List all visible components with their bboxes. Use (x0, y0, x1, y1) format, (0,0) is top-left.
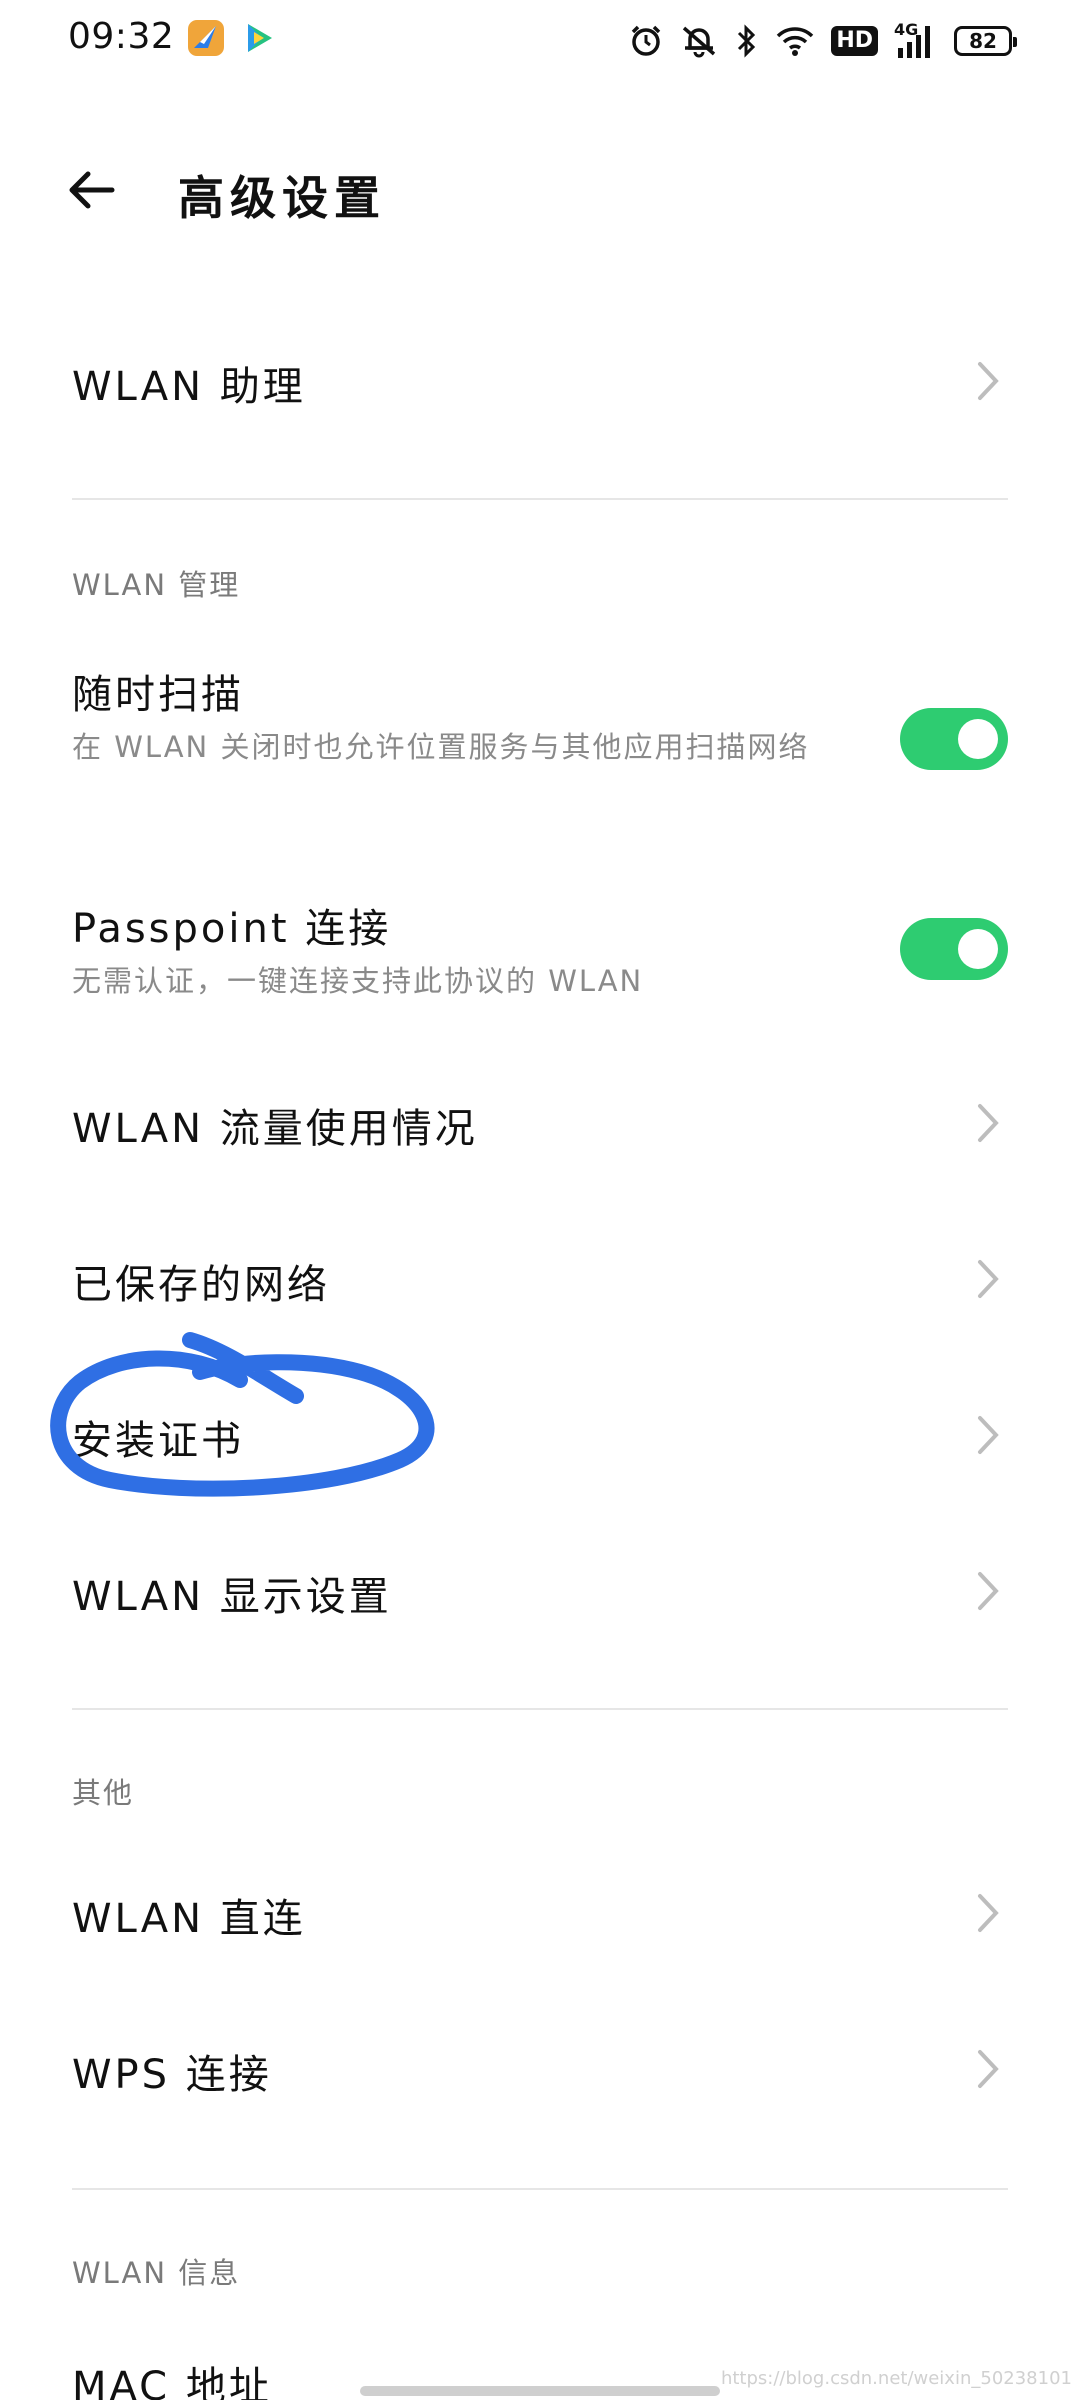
wlan-display-settings-item[interactable]: WLAN 显示设置 (72, 1556, 1008, 1626)
section-label-wlan-manage: WLAN 管理 (72, 568, 241, 602)
saved-networks-item[interactable]: 已保存的网络 (72, 1244, 1008, 1314)
item-description: 在 WLAN 关闭时也允许位置服务与其他应用扫描网络 (72, 730, 810, 764)
header: 高级设置 (0, 130, 1080, 250)
chevron-right-icon (978, 2050, 999, 2088)
home-indicator[interactable] (360, 2386, 720, 2396)
bluetooth-icon (738, 24, 756, 58)
page-title: 高级设置 (178, 171, 386, 225)
section-label-wlan-info: WLAN 信息 (72, 2256, 241, 2290)
scan-anytime-toggle[interactable] (900, 708, 1008, 770)
status-bar: 09:32 HD 4G 82 (0, 0, 1080, 84)
battery-level: 82 (969, 29, 997, 53)
chevron-right-icon (978, 1260, 999, 1298)
divider (72, 2188, 1008, 2190)
item-label: 安装证书 (72, 1418, 244, 1464)
chevron-right-icon (978, 362, 999, 400)
back-arrow-icon[interactable] (62, 160, 122, 220)
battery-icon: 82 (954, 26, 1017, 56)
item-label: WPS 连接 (72, 2052, 272, 2098)
wlan-traffic-item[interactable]: WLAN 流量使用情况 (72, 1088, 1008, 1158)
app-notification-icon (188, 20, 224, 56)
divider (72, 1708, 1008, 1710)
chevron-right-icon (978, 1894, 999, 1932)
chevron-right-icon (978, 1572, 999, 1610)
toggle-knob (958, 719, 998, 759)
wps-item[interactable]: WPS 连接 (72, 2034, 1008, 2104)
item-label: WLAN 直连 (72, 1896, 306, 1942)
item-label: WLAN 流量使用情况 (72, 1106, 478, 1152)
item-label: Passpoint 连接 (72, 906, 392, 952)
silent-bell-icon (683, 26, 716, 58)
wlan-assistant-item[interactable]: WLAN 助理 (72, 346, 1008, 416)
chevron-right-icon (978, 1416, 999, 1454)
item-label: 已保存的网络 (72, 1262, 330, 1308)
hd-badge: HD (831, 26, 878, 56)
section-label-other: 其他 (72, 1776, 135, 1810)
item-label: WLAN 显示设置 (72, 1574, 392, 1620)
chevron-right-icon (978, 1104, 999, 1142)
item-label: WLAN 助理 (72, 364, 306, 410)
status-app-icons (186, 18, 278, 58)
signal-indicator: 4G (894, 22, 938, 60)
signal-icon (898, 26, 930, 58)
wlan-direct-item[interactable]: WLAN 直连 (72, 1878, 1008, 1948)
item-label: 随时扫描 (72, 672, 244, 718)
install-certificate-item[interactable]: 安装证书 (72, 1400, 1008, 1470)
wifi-icon (777, 27, 814, 56)
video-app-icon (248, 24, 272, 52)
scan-anytime-item[interactable]: 随时扫描 在 WLAN 关闭时也允许位置服务与其他应用扫描网络 (72, 660, 1008, 830)
toggle-knob (958, 929, 998, 969)
passpoint-toggle[interactable] (900, 918, 1008, 980)
status-time: 09:32 (68, 16, 175, 57)
alarm-icon (632, 25, 661, 56)
status-icons: HD 4G 82 (629, 18, 1017, 64)
watermark: https://blog.csdn.net/weixin_50238101 (720, 2368, 1072, 2389)
passpoint-item[interactable]: Passpoint 连接 无需认证，一键连接支持此协议的 WLAN (72, 896, 1008, 1016)
item-description: 无需认证，一键连接支持此协议的 WLAN (72, 964, 644, 998)
divider (72, 498, 1008, 500)
item-label: MAC 地址 (72, 2364, 272, 2400)
